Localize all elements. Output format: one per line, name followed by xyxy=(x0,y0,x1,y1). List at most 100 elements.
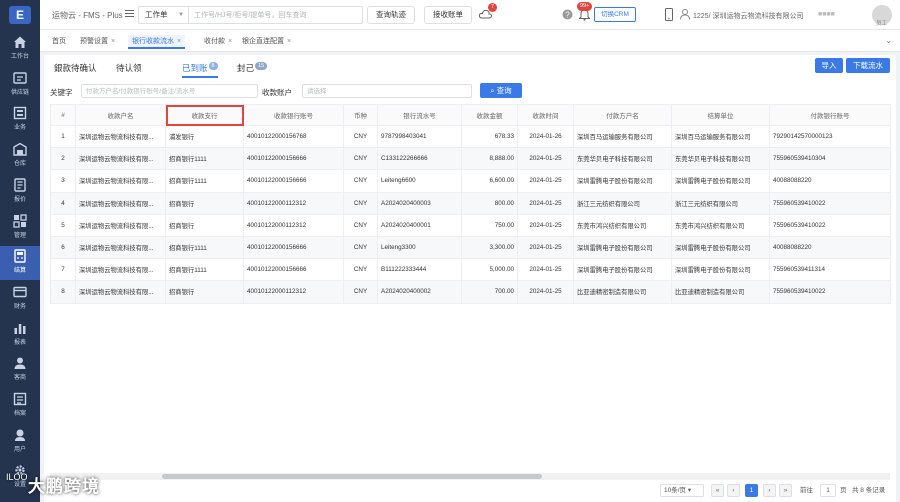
sidebar-item-finance[interactable]: 财务 xyxy=(0,282,40,316)
table-cell: 浦发银行 xyxy=(165,124,244,149)
prev-page-button[interactable]: ‹ xyxy=(727,484,740,497)
table-row[interactable]: 2 深圳运物云物流科技有限... 招商银行1111 40010122000156666… xyxy=(50,147,891,171)
goto-page-input[interactable]: 1 xyxy=(820,484,836,497)
page-tab[interactable]: 银企直连配置 × xyxy=(238,35,295,49)
table-cell: 755960539410022 xyxy=(769,191,891,215)
sidebar-item-warehouse[interactable]: 仓库 xyxy=(0,139,40,173)
chevron-down-icon[interactable]: ⌄ xyxy=(885,36,892,45)
mobile-icon[interactable] xyxy=(665,8,673,21)
table-cell: 40010122000156768 xyxy=(243,124,344,149)
status-tab[interactable]: 已到账 8 xyxy=(182,62,218,78)
sidebar-item-archive[interactable]: 档案 xyxy=(0,389,40,423)
column-header[interactable]: 币种 xyxy=(343,104,378,126)
column-header[interactable]: 结算单位 xyxy=(671,104,770,126)
table-cell: 755960539411314 xyxy=(769,258,891,282)
table-cell: 招商银行 xyxy=(165,191,244,215)
global-search: 工作单 ▼ xyxy=(138,6,363,24)
sidebar-item-manage[interactable]: 管理 xyxy=(0,211,40,245)
column-header[interactable]: 银行流水号 xyxy=(377,104,462,126)
keyword-input[interactable] xyxy=(81,84,258,98)
warehouse-icon xyxy=(13,142,27,156)
table-cell: CNY xyxy=(343,191,378,215)
sidebar-item-label: 管理 xyxy=(13,232,26,239)
query-track-button[interactable]: 查询轨迹 xyxy=(367,6,415,24)
last-page-button[interactable]: » xyxy=(779,484,792,497)
download-statement-button[interactable]: 下载流水 xyxy=(846,58,890,73)
status-tab[interactable]: 銀款待确认 xyxy=(54,62,97,78)
close-icon[interactable]: × xyxy=(228,38,232,45)
page-tab[interactable]: 收付款 × xyxy=(200,35,236,49)
column-header[interactable]: 收款金额 xyxy=(461,104,518,126)
first-page-button[interactable]: « xyxy=(711,484,724,497)
sidebar-item-label: 工作台 xyxy=(10,54,29,60)
table-row[interactable]: 1 深圳运物云物流科技有限... 浦发银行 40010122000156768 CNY 9… xyxy=(50,124,891,149)
page-tab-label: 首页 xyxy=(52,38,66,45)
page-number-button[interactable]: 1 xyxy=(745,484,758,497)
column-header[interactable]: 付款银行账号 xyxy=(769,104,891,126)
table-cell: Leiteng6600 xyxy=(377,169,462,193)
switch-crm-button[interactable]: 切换CRM xyxy=(594,7,636,22)
table-row[interactable]: 4 深圳运物云物流科技有限... 招商银行 40010122000112312 CNY A… xyxy=(50,191,891,215)
table-cell: 深圳运物云物流科技有限... xyxy=(75,280,166,304)
archive-icon xyxy=(13,392,27,406)
column-header[interactable]: 付款方户名 xyxy=(573,104,672,126)
table-row[interactable]: 5 深圳运物云物流科技有限... 招商银行 40010122000112312 CNY A… xyxy=(50,213,891,237)
table-cell: 招商银行1111 xyxy=(165,147,244,171)
sidebar-item-business[interactable]: 业务 xyxy=(0,103,40,137)
table-cell: 比亚迪精密制造有限公司 xyxy=(573,280,672,304)
receive-bill-button[interactable]: 接收账单 xyxy=(424,6,472,24)
close-icon[interactable]: × xyxy=(287,38,291,45)
page-tab-label: 银企直连配置 xyxy=(242,38,284,45)
next-page-button[interactable]: › xyxy=(763,484,776,497)
user-role: 员工 xyxy=(876,21,888,27)
sidebar-item-home[interactable]: 工作台 xyxy=(0,32,40,66)
page-tab[interactable]: 银行收款流水 × xyxy=(128,35,186,49)
business-icon xyxy=(13,107,27,120)
close-icon[interactable]: × xyxy=(177,38,181,45)
app-logo[interactable]: E xyxy=(9,6,31,24)
sidebar-item-report[interactable]: 报表 xyxy=(0,318,40,352)
account-select[interactable] xyxy=(302,84,472,98)
column-header[interactable]: 收款户名 xyxy=(75,104,166,126)
table-row[interactable]: 7 深圳运物云物流科技有限... 招商银行1111 40010122000156666… xyxy=(50,258,891,282)
column-header[interactable]: 收款时间 xyxy=(517,104,574,126)
status-tab[interactable]: 封己 15 xyxy=(237,62,268,78)
table-cell: 深圳雷腾电子股份有限公司 xyxy=(573,169,672,193)
sidebar-item-user[interactable]: 用户 xyxy=(0,425,40,459)
column-header[interactable]: 收款支行 xyxy=(165,104,244,126)
menu-toggle-icon[interactable] xyxy=(125,9,134,18)
sidebar-item-settle[interactable]: 结算 xyxy=(0,246,40,281)
query-button[interactable]: ⌕ 查询 xyxy=(480,83,522,98)
page-size-select[interactable]: 10条/页 ▾ xyxy=(660,484,704,497)
status-tab-count: 8 xyxy=(208,62,218,70)
table-cell: 6,600.00 xyxy=(461,169,518,193)
close-icon[interactable]: × xyxy=(111,38,115,45)
sidebar-item-customer[interactable]: 客商 xyxy=(0,353,40,387)
sidebar-item-quote[interactable]: 报价 xyxy=(0,175,40,209)
table-row[interactable]: 6 深圳运物云物流科技有限... 招商银行1111 40010122000156666… xyxy=(50,235,891,260)
table-row[interactable]: 3 深圳运物云物流科技有限... 招商银行1111 40010122000156666… xyxy=(50,169,891,193)
horizontal-scrollbar[interactable] xyxy=(162,474,542,479)
table-cell: 深圳运物云物流科技有限... xyxy=(75,191,166,215)
column-header[interactable]: 收款银行账号 xyxy=(243,104,344,126)
page-tab[interactable]: 首页 xyxy=(48,35,70,49)
status-tab-count: 15 xyxy=(255,62,268,70)
status-tab[interactable]: 待认领 xyxy=(116,62,142,78)
table-cell: 2024-01-25 xyxy=(517,280,574,304)
global-search-input[interactable] xyxy=(191,7,361,23)
sidebar-item-label: 报表 xyxy=(13,339,26,346)
help-icon[interactable]: ? xyxy=(562,9,573,20)
table-cell: 深圳百马运输服务有限公司 xyxy=(671,124,770,149)
status-tab-label: 待认领 xyxy=(116,63,142,73)
table-cell: 40088088220 xyxy=(769,235,891,260)
table-cell: 5,000.00 xyxy=(461,258,518,282)
sidebar-item-supply[interactable]: 供应链 xyxy=(0,68,40,102)
table-row[interactable]: 8 深圳运物云物流科技有限... 招商银行 40010122000112312 CNY A… xyxy=(50,280,891,304)
table-cell: 深圳运物云物流科技有限... xyxy=(75,213,166,237)
search-type-select[interactable]: 工作单 ▼ xyxy=(139,7,189,23)
company-name[interactable]: 1225/ 深圳运物云物流科技有限公司 xyxy=(693,11,803,21)
sidebar-item-label: 供应链 xyxy=(10,89,29,96)
import-button[interactable]: 导入 xyxy=(815,58,843,73)
column-header[interactable]: # xyxy=(50,104,76,126)
page-tab[interactable]: 预警设置 × xyxy=(76,35,119,49)
